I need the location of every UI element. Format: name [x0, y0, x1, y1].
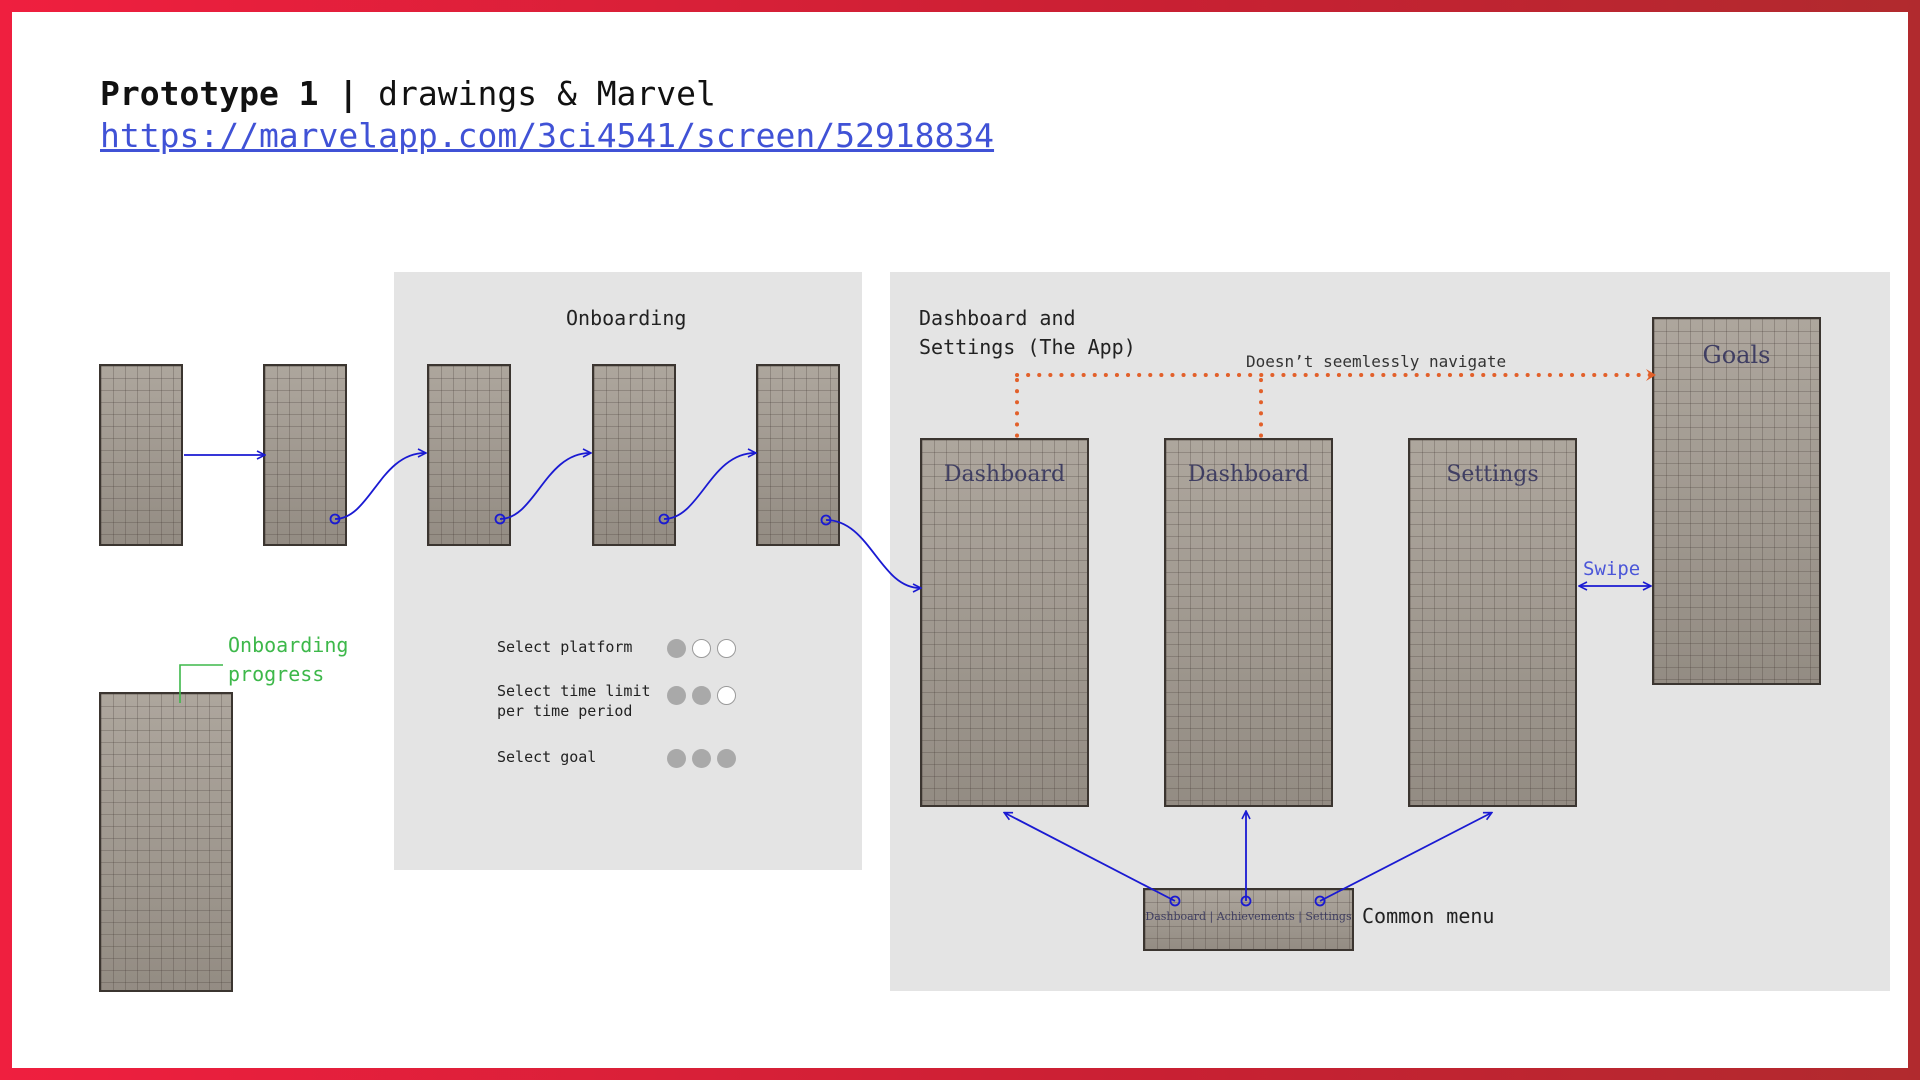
flow-connectors [179, 369, 1657, 907]
flow-arrow [663, 453, 755, 520]
progress-callout-line [179, 664, 223, 703]
flow-arrow [825, 519, 920, 588]
common-menu-arrow [1005, 813, 1176, 902]
slide: Prototype 1 | drawings & Marvel https://… [12, 12, 1908, 1068]
flow-arrow [334, 453, 425, 520]
flow-arrow [499, 453, 590, 520]
common-menu-arrow [1319, 813, 1491, 902]
